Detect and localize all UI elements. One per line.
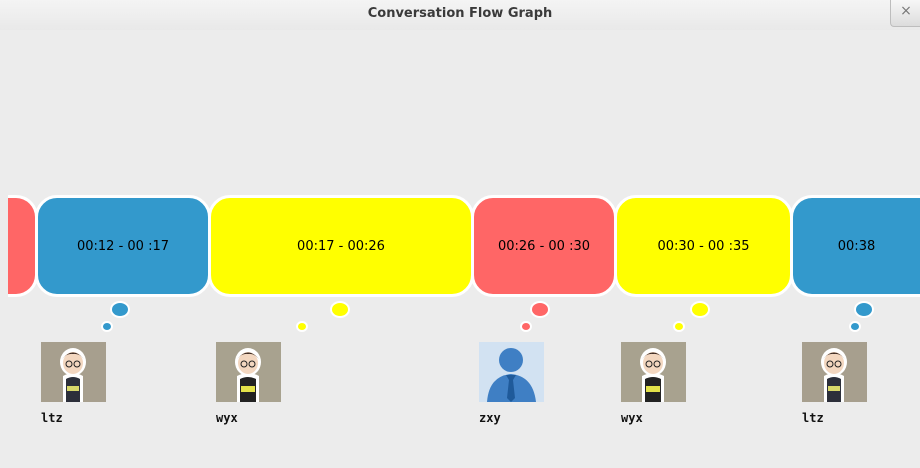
- cartoon-boy-icon: [802, 342, 867, 402]
- avatar-ltz[interactable]: [41, 342, 106, 402]
- thought-bubble-small: [101, 321, 113, 332]
- segment-1[interactable]: 00:12 - 00 :17: [35, 195, 211, 297]
- avatar-zxy[interactable]: [479, 342, 544, 402]
- speaker-name: wyx: [621, 411, 643, 425]
- segment-label: 00:17 - 00:26: [297, 238, 385, 254]
- thought-bubble-small: [673, 321, 685, 332]
- avatar-ltz-2[interactable]: [802, 342, 867, 402]
- thought-bubble-small: [849, 321, 861, 332]
- segment-partial[interactable]: [8, 195, 38, 297]
- thought-bubble-large: [690, 301, 710, 318]
- speaker-name: ltz: [802, 411, 824, 425]
- thought-bubble-small: [296, 321, 308, 332]
- cartoon-boy-icon: [216, 342, 281, 402]
- window-title: Conversation Flow Graph: [367, 6, 553, 21]
- thought-bubble-large: [530, 301, 550, 318]
- segment-4[interactable]: 00:30 - 00 :35: [614, 195, 793, 297]
- segment-label: 00:26 - 00 :30: [497, 238, 590, 254]
- segment-3[interactable]: 00:26 - 00 :30: [471, 195, 617, 297]
- close-button[interactable]: ×: [890, 0, 920, 27]
- thought-bubble-small: [520, 321, 532, 332]
- segment-label: 00:12 - 00 :17: [76, 238, 169, 254]
- speaker-name: zxy: [479, 411, 501, 425]
- speaker-name: ltz: [41, 411, 63, 425]
- avatar-wyx[interactable]: [216, 342, 281, 402]
- segment-2[interactable]: 00:17 - 00:26: [208, 195, 474, 297]
- segment-label: 00:38: [837, 238, 876, 254]
- cartoon-boy-icon: [621, 342, 686, 402]
- close-icon: ×: [900, 3, 912, 19]
- thought-bubble-large: [110, 301, 130, 318]
- segment-5[interactable]: 00:38: [790, 195, 920, 297]
- title-bar: Conversation Flow Graph ×: [0, 0, 920, 30]
- avatar-wyx-2[interactable]: [621, 342, 686, 402]
- thought-bubble-large: [854, 301, 874, 318]
- thought-bubble-large: [330, 301, 350, 318]
- segment-label: 00:30 - 00 :35: [657, 238, 750, 254]
- cartoon-boy-icon: [41, 342, 106, 402]
- speaker-name: wyx: [216, 411, 238, 425]
- default-user-icon: [479, 342, 544, 402]
